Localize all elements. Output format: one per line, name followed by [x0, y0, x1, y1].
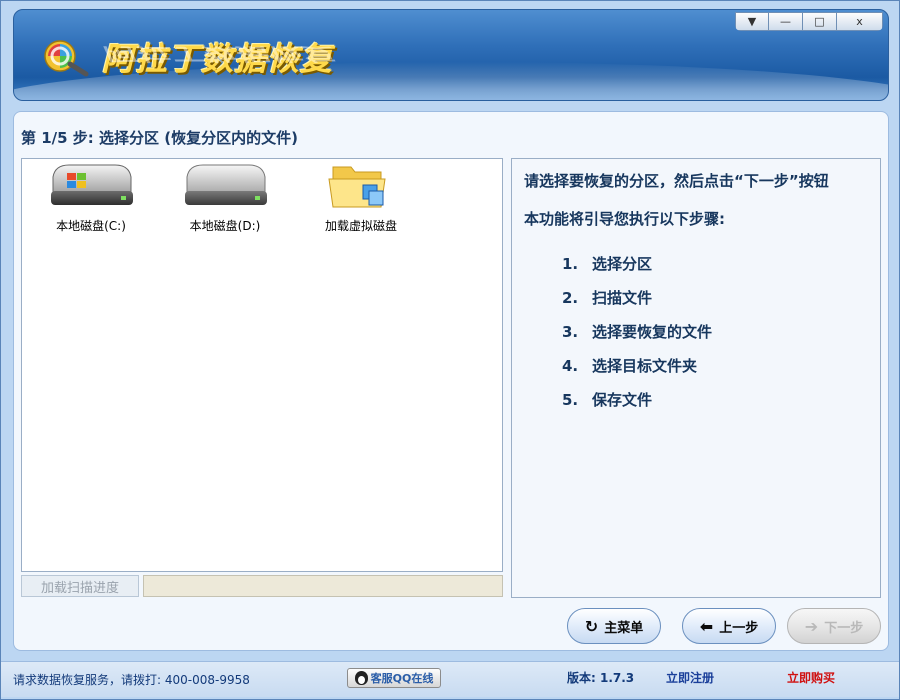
step-item: 2. 扫描文件: [562, 287, 868, 321]
load-scan-progress-button[interactable]: 加载扫描进度: [21, 575, 139, 597]
step-text: 选择目标文件夹: [592, 357, 698, 375]
menu-dropdown-button[interactable]: ▼: [735, 12, 769, 31]
step-number: 5.: [562, 391, 579, 409]
qq-support-button[interactable]: 客服QQ在线: [347, 668, 441, 688]
prev-step-button[interactable]: ⬅ 上一步: [682, 608, 776, 644]
step-item: 3. 选择要恢复的文件: [562, 321, 868, 355]
minimize-button[interactable]: —: [769, 12, 803, 31]
maximize-button[interactable]: □: [803, 12, 837, 31]
prev-step-label: 上一步: [719, 620, 759, 636]
next-step-button[interactable]: ➔ 下一步: [787, 608, 881, 644]
step-number: 2.: [562, 289, 579, 307]
hdd-icon: [185, 164, 267, 205]
drive-item-c[interactable]: 本地磁盘(C:): [36, 161, 146, 234]
close-button[interactable]: x: [837, 12, 883, 31]
steps-list: 1. 选择分区 2. 扫描文件 3. 选择要恢复的文件 4. 选择目标文件夹 5. 保存文…: [562, 253, 868, 423]
step-text: 保存文件: [592, 391, 653, 409]
step-item: 5. 保存文件: [562, 389, 868, 423]
partition-list[interactable]: 本地磁盘(C:) 本地磁盘(D:) 加载虚拟磁盘: [21, 158, 503, 572]
instructions-panel: 请选择要恢复的分区，然后点击“下一步”按钮 本功能将引导您执行以下步骤: 1. 选…: [511, 158, 881, 598]
app-window: 阿拉丁数据恢复 阿拉丁数据恢复 ▼ — □ x 第 1/5 步: 选择分区 (恢…: [0, 0, 900, 700]
step-item: 1. 选择分区: [562, 253, 868, 287]
main-menu-button[interactable]: ↻ 主菜单: [567, 608, 661, 644]
drive-label: 加载虚拟磁盘: [324, 219, 397, 233]
app-title-reflection: 阿拉丁数据恢复: [102, 43, 334, 65]
refresh-icon: ↻: [584, 616, 599, 636]
step-item: 4. 选择目标文件夹: [562, 355, 868, 389]
intro-text: 本功能将引导您执行以下步骤:: [524, 210, 725, 228]
step-title: 第 1/5 步: 选择分区 (恢复分区内的文件): [21, 129, 298, 147]
step-number: 4.: [562, 357, 579, 375]
drive-item-virtual[interactable]: 加载虚拟磁盘: [306, 161, 416, 234]
buy-link[interactable]: 立即购买: [787, 669, 835, 686]
step-text: 选择要恢复的文件: [592, 323, 713, 341]
instruction-text: 请选择要恢复的分区，然后点击“下一步”按钮: [524, 172, 829, 190]
step-number: 3.: [562, 323, 579, 341]
arrow-left-icon: ⬅: [699, 616, 714, 636]
register-link[interactable]: 立即注册: [666, 669, 714, 686]
app-logo-icon: [44, 40, 89, 77]
next-step-label: 下一步: [824, 620, 864, 636]
arrow-right-icon: ➔: [804, 616, 819, 636]
drive-item-d[interactable]: 本地磁盘(D:): [170, 161, 280, 234]
step-text: 扫描文件: [592, 289, 653, 307]
drive-label: 本地磁盘(C:): [56, 219, 126, 233]
qq-support-label: 客服QQ在线: [370, 672, 434, 685]
window-controls: ▼ — □ x: [735, 12, 883, 31]
step-text: 选择分区: [592, 255, 653, 273]
main-menu-label: 主菜单: [604, 620, 644, 636]
service-hotline-text: 请求数据恢复服务，请拨打: 400-008-9958: [13, 673, 250, 687]
qq-penguin-icon: [354, 671, 368, 685]
windows-hdd-icon: [51, 164, 133, 205]
version-text: 版本: 1.7.3: [567, 671, 635, 685]
scan-progress-bar: [143, 575, 503, 597]
step-number: 1.: [562, 255, 579, 273]
drive-label: 本地磁盘(D:): [189, 219, 261, 233]
virtual-disk-folder-icon: [328, 166, 386, 208]
